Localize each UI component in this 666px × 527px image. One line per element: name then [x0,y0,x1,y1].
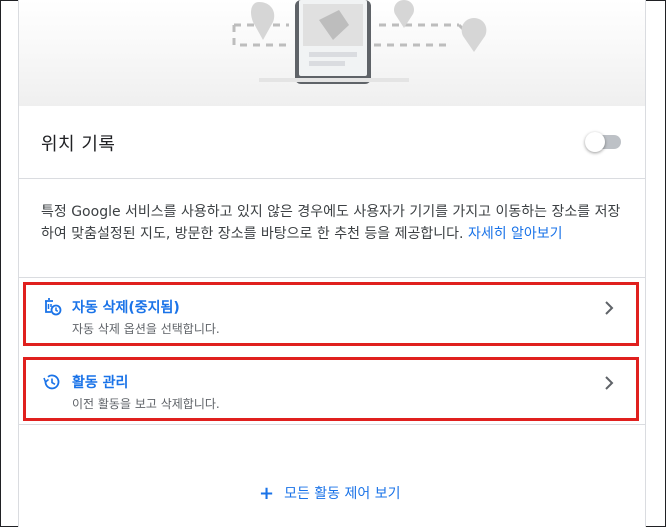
location-history-title: 위치 기록 [41,134,116,155]
auto-delete-item[interactable]: 자동 삭제(중지됨) 자동 삭제 옵션을 선택합니다. [23,282,639,346]
learn-more-link[interactable]: 자세히 알아보기 [468,226,563,242]
divider [19,424,645,425]
location-history-toggle[interactable] [585,132,621,152]
view-all-controls-label: 모든 활동 제어 보기 [284,486,401,502]
phone-map-illustration [232,0,487,84]
location-history-row: 위치 기록 [19,106,645,179]
history-icon [43,374,60,390]
view-all-controls-link[interactable]: + 모든 활동 제어 보기 [259,482,401,504]
plus-icon: + [259,482,275,504]
toggle-thumb [585,132,605,152]
location-history-description: 특정 Google 서비스를 사용하고 있지 않은 경우에도 사용자가 기기를 … [41,201,631,245]
location-history-card: 위치 기록 특정 Google 서비스를 사용하고 있지 않은 경우에도 사용자… [18,0,646,527]
chevron-right-icon [605,376,614,390]
activity-management-subtitle: 이전 활동을 보고 삭제합니다. [72,397,220,411]
divider [19,277,645,278]
activity-management-item[interactable]: 활동 관리 이전 활동을 보고 삭제합니다. [23,357,639,421]
auto-delete-title: 자동 삭제(중지됨) [72,300,180,316]
location-illustration [19,0,645,106]
activity-management-title: 활동 관리 [72,375,129,391]
auto-delete-icon [45,298,62,316]
chevron-right-icon [605,301,614,315]
auto-delete-subtitle: 자동 삭제 옵션을 선택합니다. [72,322,220,336]
